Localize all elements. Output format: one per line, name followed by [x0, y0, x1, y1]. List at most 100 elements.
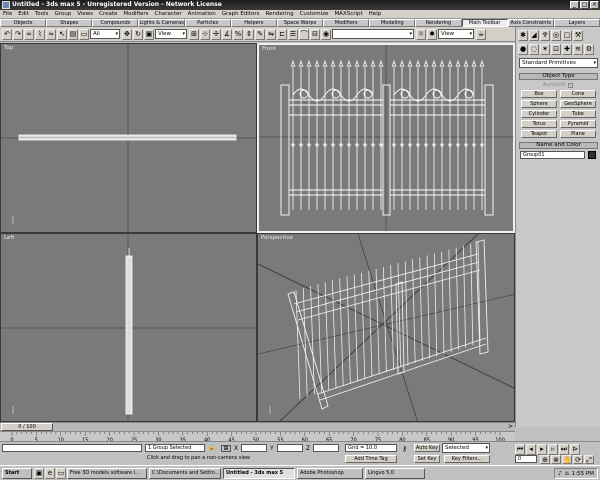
tab-particles[interactable]: Particles	[184, 19, 231, 27]
zoom-all-icon[interactable]: ⊗	[551, 455, 561, 464]
quick-launch-folder-icon[interactable]: ▭	[56, 467, 66, 479]
selection-filter-dropdown[interactable]: All	[90, 29, 120, 39]
zoom-icon[interactable]: ⊕	[540, 455, 550, 464]
sphere-button[interactable]: Sphere	[521, 100, 557, 108]
geosphere-button[interactable]: GeoSphere	[560, 100, 596, 108]
geometry-icon[interactable]: ●	[518, 44, 528, 55]
menu-customize[interactable]: Customize	[300, 11, 329, 17]
create-panel-icon[interactable]: ✱	[518, 30, 528, 41]
render-scene-icon[interactable]: ☼	[416, 28, 426, 40]
task-documents-folder[interactable]: C:\Documents and Settin...	[149, 467, 221, 479]
time-slider-next-icon[interactable]: >	[508, 423, 513, 430]
render-type-dropdown[interactable]: View	[438, 29, 474, 39]
tab-compounds[interactable]: Compounds	[92, 19, 139, 27]
tube-button[interactable]: Tube	[560, 110, 596, 118]
teapot-button[interactable]: Teapot	[521, 130, 557, 138]
display-panel-icon[interactable]: ▢	[562, 30, 572, 41]
spinner-snap-icon[interactable]: ⇕	[244, 28, 254, 40]
mirror-icon[interactable]: ⇋	[266, 28, 276, 40]
object-type-rollout[interactable]: Object Type	[519, 73, 598, 80]
key-mode-toggle-icon[interactable]: ⊳	[570, 444, 580, 455]
layer-manager-icon[interactable]: ☰	[288, 28, 298, 40]
quick-launch-browser-icon[interactable]: e	[45, 467, 55, 479]
align-icon[interactable]: ⊏	[277, 28, 287, 40]
quick-render-icon[interactable]: ✹	[427, 28, 437, 40]
tab-rendering[interactable]: Rendering	[415, 19, 462, 27]
key-filters-button[interactable]: Key Filters...	[444, 455, 490, 463]
set-key-button[interactable]: Set Key	[414, 455, 440, 463]
menu-animation[interactable]: Animation	[188, 11, 216, 17]
select-rotate-icon[interactable]: ↻	[133, 28, 143, 40]
link-icon[interactable]: ∞	[24, 28, 34, 40]
cone-button[interactable]: Cone	[560, 90, 596, 98]
modify-panel-icon[interactable]: ◢	[529, 30, 539, 41]
selection-region-icon[interactable]: ▭	[79, 28, 89, 40]
percent-snap-icon[interactable]: %	[233, 28, 243, 40]
schematic-view-icon[interactable]: ⊟	[310, 28, 320, 40]
menu-file[interactable]: File	[3, 11, 12, 17]
viewport-left[interactable]: Left	[0, 233, 257, 422]
current-frame-field[interactable]: 0	[515, 455, 537, 463]
viewport-front[interactable]: Front	[257, 43, 515, 233]
close-button[interactable]: ×	[590, 1, 599, 9]
play-icon[interactable]: ▸	[537, 444, 547, 455]
bind-space-warp-icon[interactable]: ≈	[46, 28, 56, 40]
edit-named-selections-icon[interactable]: ✎	[255, 28, 265, 40]
teapot-render-icon[interactable]: ☕	[476, 28, 486, 40]
previous-frame-icon[interactable]: ◂	[526, 444, 536, 455]
helpers-icon[interactable]: ✚	[562, 44, 572, 55]
pivot-center-icon[interactable]: ⊞	[189, 28, 199, 40]
key-mode-dropdown[interactable]: Selected	[442, 443, 490, 453]
named-selection-dropdown[interactable]	[332, 29, 414, 39]
tab-lights-cameras[interactable]: Lights & Cameras	[138, 19, 185, 27]
z-coordinate-field[interactable]	[313, 444, 339, 452]
undo-icon[interactable]: ↶	[2, 28, 12, 40]
curve-editor-icon[interactable]: ⌒	[299, 28, 309, 40]
select-scale-icon[interactable]: ▣	[144, 28, 154, 40]
start-button[interactable]: Start	[2, 467, 32, 479]
menu-maxscript[interactable]: MAXScript	[334, 11, 362, 17]
tab-objects[interactable]: Objects	[0, 19, 47, 27]
auto-key-button[interactable]: Auto Key	[414, 444, 440, 452]
key-icon[interactable]: ⚷	[402, 445, 407, 453]
select-by-name-icon[interactable]: ▤	[68, 28, 78, 40]
object-name-input[interactable]: Group01	[520, 151, 585, 159]
maximize-button[interactable]: □	[580, 1, 589, 9]
task-photoshop[interactable]: Adobe Photoshop	[297, 467, 363, 479]
menu-tools[interactable]: Tools	[35, 11, 49, 17]
utilities-panel-icon[interactable]: ⚒	[573, 30, 583, 41]
material-editor-icon[interactable]: ◉	[321, 28, 331, 40]
menu-graph-editors[interactable]: Graph Editors	[222, 11, 260, 17]
hierarchy-panel-icon[interactable]: ♆	[540, 30, 550, 41]
menu-create[interactable]: Create	[99, 11, 117, 17]
arc-rotate-icon[interactable]: ⟳	[573, 455, 583, 464]
menu-help[interactable]: Help	[369, 11, 382, 17]
tab-space-warps[interactable]: Space Warps	[276, 19, 324, 27]
angle-snap-icon[interactable]: ∡	[222, 28, 232, 40]
cameras-icon[interactable]: ⊡	[551, 44, 561, 55]
go-to-start-icon[interactable]: ⏮	[515, 444, 525, 455]
primitive-category-dropdown[interactable]: Standard Primitives	[519, 58, 598, 68]
app-icon[interactable]	[2, 1, 10, 9]
reference-coordinate-dropdown[interactable]: View	[155, 29, 187, 39]
torus-button[interactable]: Torus	[521, 120, 557, 128]
tab-main-toolbar[interactable]: Main Toolbar	[461, 19, 508, 27]
time-slider-thumb[interactable]: 0 / 100	[1, 423, 53, 431]
x-coordinate-field[interactable]	[241, 444, 267, 452]
tab-modifiers[interactable]: Modifiers	[323, 19, 370, 27]
menu-group[interactable]: Group	[54, 11, 71, 17]
y-coordinate-field[interactable]	[277, 444, 303, 452]
minimize-button[interactable]: _	[570, 1, 579, 9]
lock-selection-icon[interactable]: 🔒	[208, 444, 215, 451]
maxscript-listener-input[interactable]	[2, 444, 142, 452]
viewport-top[interactable]: Top	[0, 43, 257, 233]
tab-shapes[interactable]: Shapes	[46, 19, 93, 27]
track-bar[interactable]: 0 5 10 15 20 25 30 35 40 45 50 55 60 65 70 75 80 85 90 95 10…	[0, 431, 515, 442]
menu-views[interactable]: Views	[77, 11, 93, 17]
maximize-viewport-icon[interactable]: ⤢	[584, 455, 594, 464]
select-manipulate-icon[interactable]: ⊹	[200, 28, 210, 40]
menu-rendering[interactable]: Rendering	[265, 11, 293, 17]
task-3ds-max[interactable]: Untitled - 3ds max 5	[223, 467, 295, 479]
menu-edit[interactable]: Edit	[18, 11, 29, 17]
name-color-rollout[interactable]: Name and Color	[519, 142, 598, 149]
